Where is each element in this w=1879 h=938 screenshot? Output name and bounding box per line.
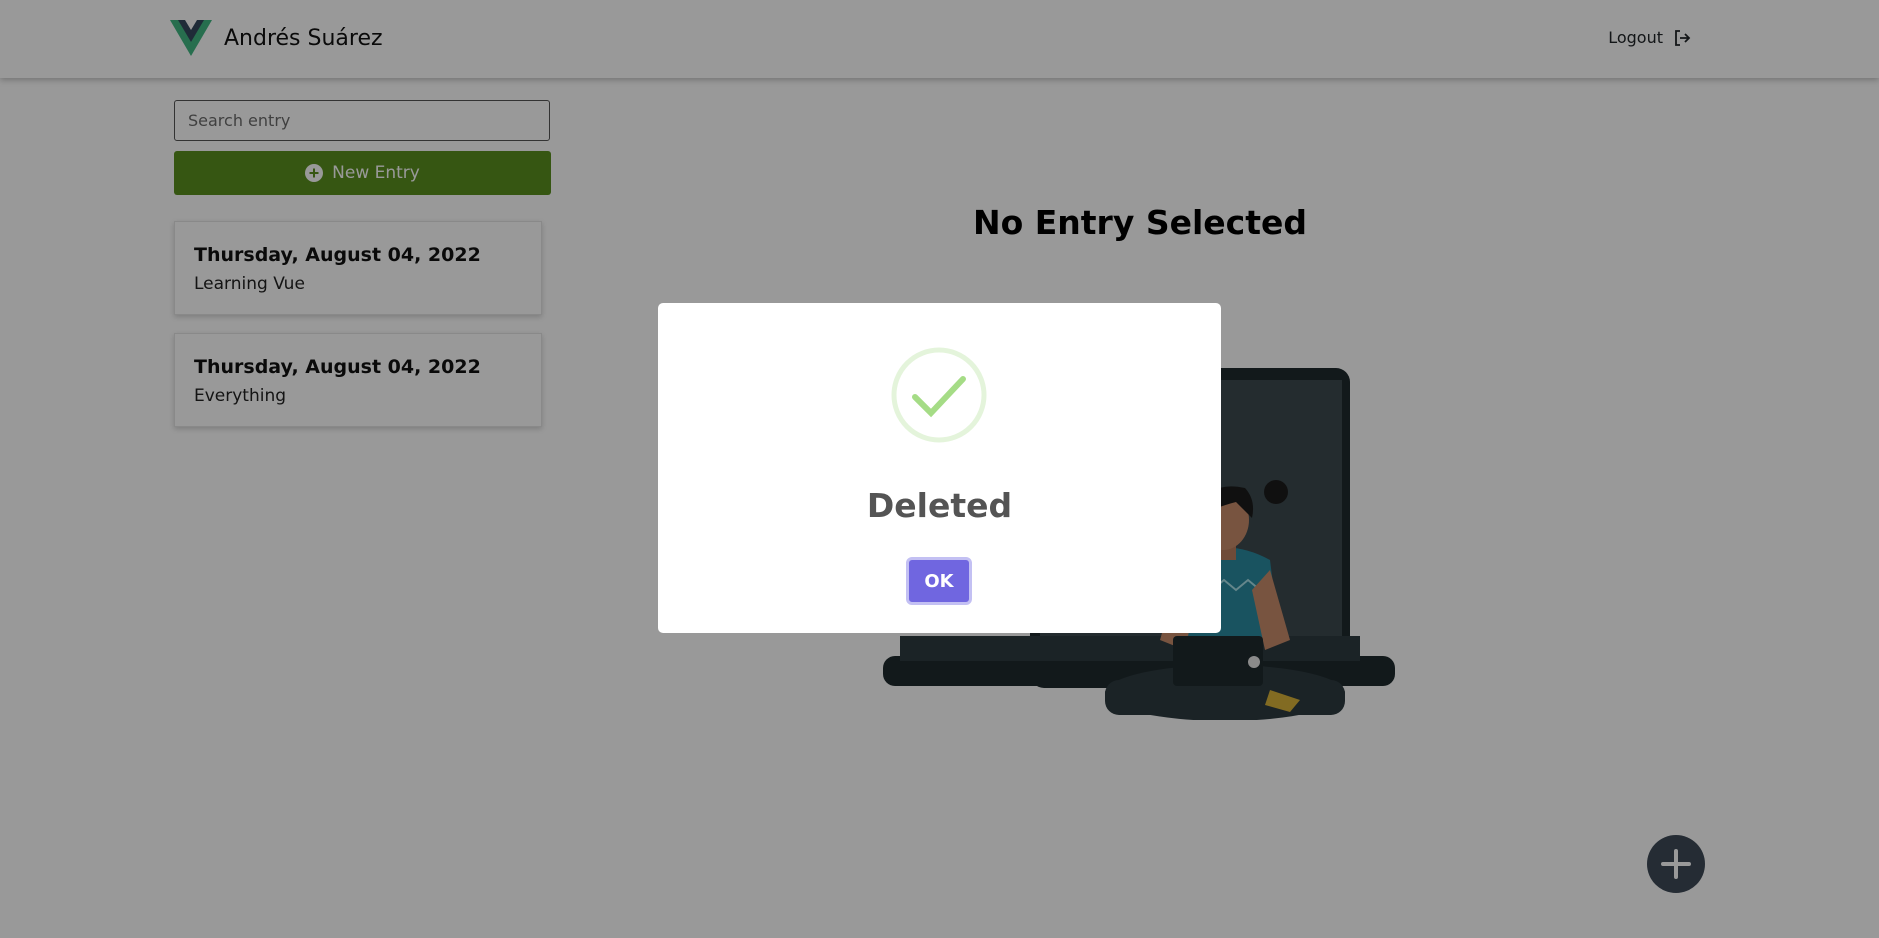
dialog-title: Deleted [866, 486, 1013, 525]
deleted-dialog: Deleted OK [658, 303, 1221, 633]
ok-button[interactable]: OK [906, 557, 972, 605]
success-check-icon [891, 347, 987, 443]
journal-page: Andrés Suárez Logout New Entry Thursday,… [0, 0, 1879, 938]
